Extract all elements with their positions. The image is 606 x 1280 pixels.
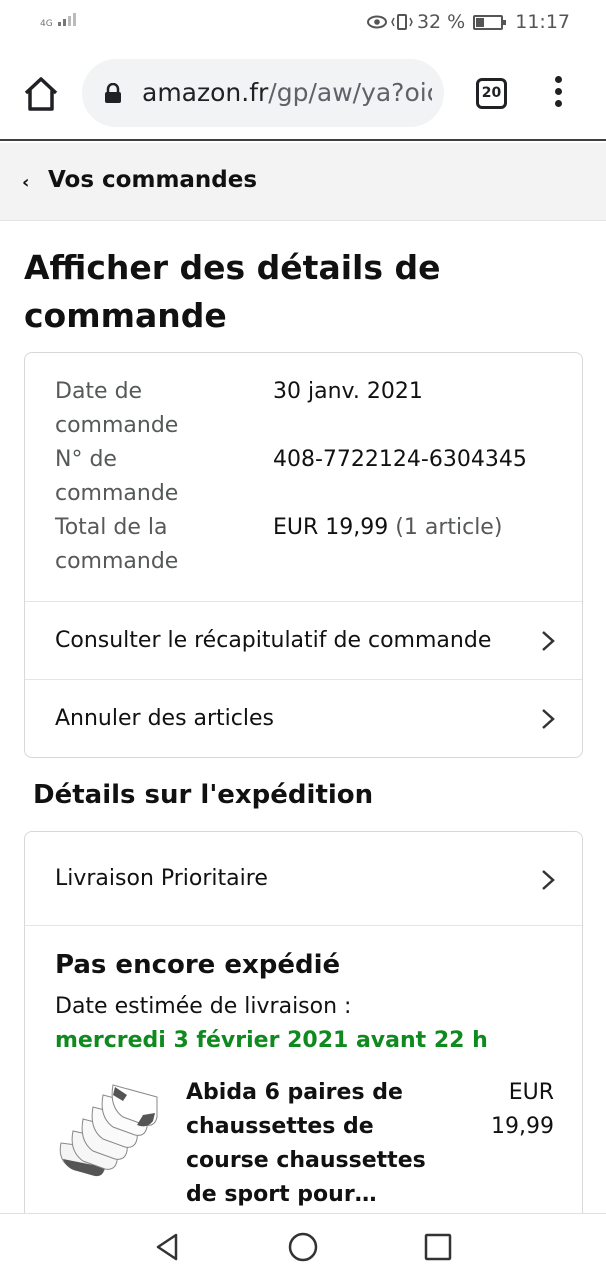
system-navigation-bar (0, 1213, 606, 1280)
url-host: amazon.fr (142, 78, 269, 107)
status-bar: 4G 32 % 11:17 (0, 0, 606, 46)
product-image[interactable] (53, 1081, 159, 1181)
browser-toolbar: amazon.fr/gp/aw/ya?oic 20 (0, 46, 606, 141)
order-details-card: Date de commande 30 janv. 2021 N° de com… (24, 352, 583, 758)
cancel-items-label: Annuler des articles (55, 706, 274, 731)
signal-icon: 4G (40, 12, 82, 29)
tab-switcher-button[interactable]: 20 (476, 78, 507, 109)
recent-apps-icon[interactable] (422, 1231, 454, 1263)
order-date-label: Date de commande (55, 379, 179, 438)
order-total-label: Total de la commande (55, 515, 179, 574)
order-total-value: EUR 19,99 (1 article) (273, 511, 502, 545)
breadcrumb-label[interactable]: Vos commandes (48, 167, 257, 193)
price-amount: 19,99 (491, 1114, 554, 1139)
order-total-amount: EUR 19,99 (273, 515, 389, 540)
overflow-menu-icon[interactable] (548, 76, 568, 110)
shipment-status: Pas encore expédié (55, 950, 341, 980)
vibrate-icon (391, 14, 413, 30)
url-path: /gp/aw/ya?oic (268, 78, 432, 107)
chevron-right-icon (542, 631, 555, 651)
address-bar[interactable]: amazon.fr/gp/aw/ya?oic (82, 59, 444, 127)
eye-comfort-icon (366, 15, 387, 29)
breadcrumb[interactable]: ‹ Vos commandes (0, 143, 606, 221)
shipment-card: Livraison Prioritaire Pas encore expédié… (24, 831, 583, 1251)
chevron-right-icon (542, 870, 555, 890)
order-summary-label: Consulter le récapitulatif de commande (55, 628, 492, 653)
network-type: 4G (40, 19, 53, 29)
cancel-items-link[interactable]: Annuler des articles (25, 679, 582, 757)
shipment-body: Pas encore expédié Date estimée de livra… (25, 925, 582, 1250)
product-price: EUR 19,99 (464, 1076, 554, 1144)
chevron-right-icon (542, 709, 555, 729)
order-number-value: 408-7722124-6304345 (273, 447, 527, 472)
delivery-type-label: Livraison Prioritaire (55, 866, 268, 891)
estimated-delivery-label: Date estimée de livraison : (55, 994, 352, 1019)
shipment-section-title: Détails sur l'expédition (33, 780, 374, 810)
page-title: Afficher des détails de commande (24, 248, 441, 335)
delivery-type-link[interactable]: Livraison Prioritaire (25, 832, 582, 925)
order-number-label: N° de commande (55, 447, 179, 506)
product-title[interactable]: Abida 6 paires de chaussettes de course … (186, 1076, 436, 1212)
back-icon[interactable] (152, 1231, 184, 1263)
order-date-value: 30 janv. 2021 (273, 379, 423, 404)
order-info: Date de commande 30 janv. 2021 N° de com… (25, 353, 582, 601)
clock: 11:17 (515, 11, 570, 33)
price-currency: EUR (508, 1080, 554, 1105)
battery-percent: 32 % (416, 11, 466, 33)
home-icon[interactable] (22, 75, 60, 113)
order-summary-link[interactable]: Consulter le récapitulatif de commande (25, 601, 582, 679)
url-text[interactable]: amazon.fr/gp/aw/ya?oic (142, 78, 432, 108)
battery-icon (473, 14, 507, 30)
order-item-count: (1 article) (395, 515, 503, 540)
chevron-left-icon: ‹ (22, 172, 30, 193)
lock-icon (105, 83, 121, 103)
home-circle-icon[interactable] (287, 1231, 319, 1263)
estimated-delivery-date: mercredi 3 février 2021 avant 22 h (55, 1028, 488, 1053)
